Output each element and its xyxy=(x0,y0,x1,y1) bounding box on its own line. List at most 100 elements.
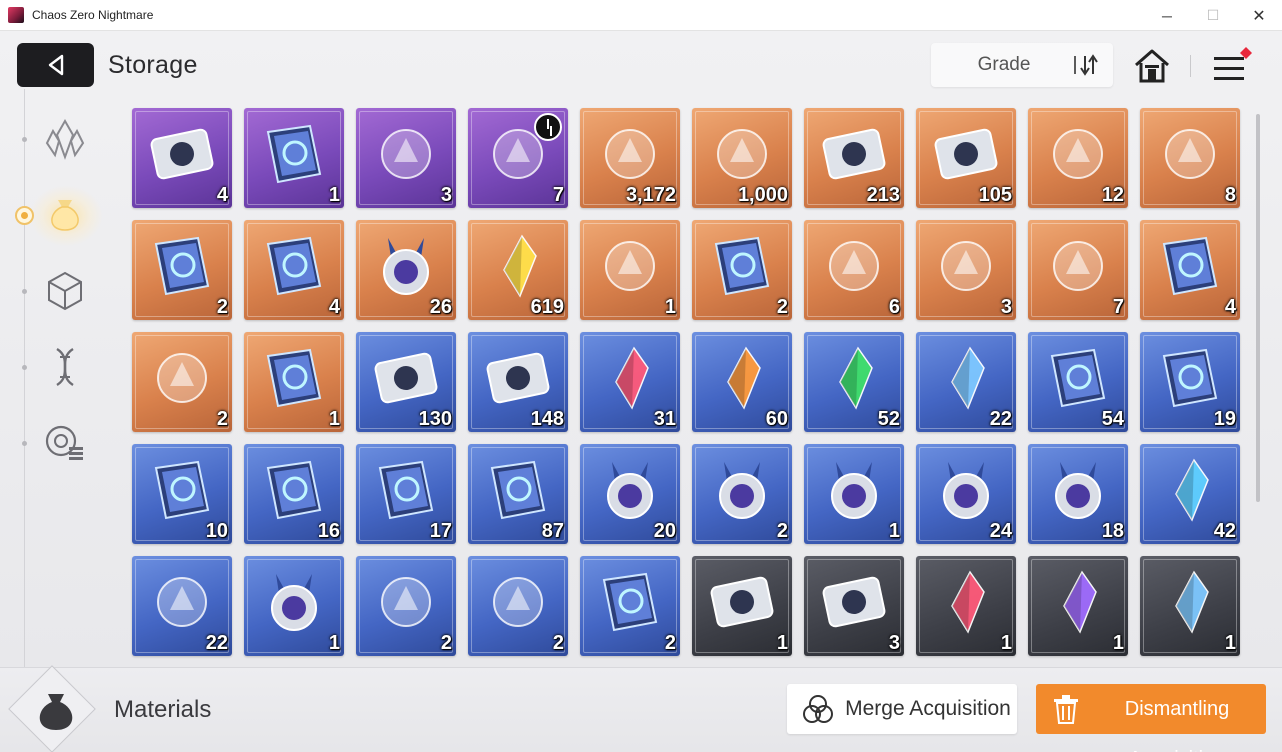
sidebar-item-materials[interactable] xyxy=(40,189,90,239)
item-quantity: 2 xyxy=(216,408,228,430)
bolt-badge-icon xyxy=(943,462,989,519)
inventory-slot[interactable]: 1 xyxy=(244,556,344,656)
inventory-slot[interactable]: 619 xyxy=(468,220,568,320)
glowing-shard-icon xyxy=(1175,458,1209,522)
item-quantity: 1 xyxy=(664,296,676,318)
inventory-slot[interactable]: 10 xyxy=(132,444,232,544)
item-quantity: 42 xyxy=(1213,520,1236,542)
inventory-slot[interactable]: 1 xyxy=(1140,556,1240,656)
inventory-slot[interactable]: 1 xyxy=(692,556,792,656)
item-quantity: 3 xyxy=(1000,296,1012,318)
inventory-slot[interactable]: 12 xyxy=(1028,108,1128,208)
item-grid: 4 1 3 7 3,172 1,000 213 105 12 8 2 4 26 … xyxy=(132,108,1242,658)
inventory-slot[interactable]: 1 xyxy=(580,220,680,320)
inventory-slot[interactable]: 3,172 xyxy=(580,108,680,208)
inventory-slot[interactable]: 60 xyxy=(692,332,792,432)
inventory-slot[interactable]: 54 xyxy=(1028,332,1128,432)
window-titlebar: Chaos Zero Nightmare ─ ☐ ✕ xyxy=(0,0,1282,31)
sort-icon xyxy=(1074,54,1098,76)
inventory-slot[interactable]: 4 xyxy=(132,108,232,208)
inventory-slot[interactable]: 1 xyxy=(804,444,904,544)
grid-scrollbar[interactable] xyxy=(1256,114,1260,502)
inventory-slot[interactable]: 2 xyxy=(356,556,456,656)
inventory-slot[interactable]: 1 xyxy=(916,556,1016,656)
opal-stone-icon xyxy=(157,353,207,403)
inventory-slot[interactable]: 22 xyxy=(132,556,232,656)
inventory-slot[interactable]: 4 xyxy=(244,220,344,320)
inventory-slot[interactable]: 2 xyxy=(132,332,232,432)
inventory-slot[interactable]: 8 xyxy=(1140,108,1240,208)
winged-book-icon xyxy=(266,124,322,184)
item-quantity: 12 xyxy=(1101,184,1124,206)
item-quantity: 19 xyxy=(1213,408,1236,430)
inventory-slot[interactable]: 3 xyxy=(916,220,1016,320)
menu-icon[interactable] xyxy=(1210,47,1256,87)
inventory-slot[interactable]: 7 xyxy=(1028,220,1128,320)
close-button[interactable]: ✕ xyxy=(1236,0,1282,31)
purple-crystal-icon xyxy=(1063,570,1097,634)
silver-badge-icon xyxy=(607,462,653,519)
inventory-slot[interactable]: 7 xyxy=(468,108,568,208)
item-quantity: 8 xyxy=(1224,184,1236,206)
inventory-slot[interactable]: 3 xyxy=(804,556,904,656)
inventory-slot[interactable]: 1 xyxy=(1028,556,1128,656)
inventory-slot[interactable]: 130 xyxy=(356,332,456,432)
emblem-manual-icon xyxy=(490,460,546,520)
rail-dot xyxy=(22,289,27,294)
inventory-slot[interactable]: 52 xyxy=(804,332,904,432)
inventory-slot[interactable]: 2 xyxy=(580,556,680,656)
item-quantity: 6 xyxy=(888,296,900,318)
inventory-slot[interactable]: 1,000 xyxy=(692,108,792,208)
item-quantity: 1 xyxy=(328,408,340,430)
sword-manual-icon xyxy=(1050,348,1106,408)
inventory-slot[interactable]: 4 xyxy=(1140,220,1240,320)
item-quantity: 2 xyxy=(776,296,788,318)
sidebar-item-boxes[interactable] xyxy=(40,266,90,316)
sidebar-item-genes[interactable] xyxy=(40,342,90,392)
inventory-slot[interactable]: 24 xyxy=(916,444,1016,544)
back-button[interactable] xyxy=(17,43,94,87)
winged-book-icon xyxy=(602,572,658,632)
inventory-slot[interactable]: 3 xyxy=(356,108,456,208)
star-ticket-icon xyxy=(486,352,550,404)
inventory-slot[interactable]: 2 xyxy=(468,556,568,656)
sidebar-item-chips[interactable] xyxy=(40,418,90,468)
inventory-slot[interactable]: 17 xyxy=(356,444,456,544)
inventory-slot[interactable]: 105 xyxy=(916,108,1016,208)
inventory-slot[interactable]: 87 xyxy=(468,444,568,544)
item-quantity: 31 xyxy=(653,408,676,430)
inventory-slot[interactable]: 26 xyxy=(356,220,456,320)
inventory-slot[interactable]: 6 xyxy=(804,220,904,320)
eye-badge-icon xyxy=(719,462,765,519)
inventory-slot[interactable]: 19 xyxy=(1140,332,1240,432)
inventory-slot[interactable]: 1 xyxy=(244,332,344,432)
inventory-slot[interactable]: 2 xyxy=(132,220,232,320)
item-quantity: 1 xyxy=(1112,632,1124,654)
inventory-slot[interactable]: 2 xyxy=(692,220,792,320)
item-quantity: 1 xyxy=(328,632,340,654)
merge-acquisition-button[interactable]: Merge Acquisition xyxy=(787,684,1017,734)
bird-manual-icon xyxy=(154,236,210,296)
item-quantity: 1 xyxy=(1224,632,1236,654)
maximize-button[interactable]: ☐ xyxy=(1190,0,1236,31)
portrait-ticket-icon xyxy=(710,576,774,628)
inventory-slot[interactable]: 148 xyxy=(468,332,568,432)
inventory-slot[interactable]: 22 xyxy=(916,332,1016,432)
dismantling-acquisition-button[interactable]: Dismantling Acquisition xyxy=(1036,684,1266,752)
inventory-slot[interactable]: 20 xyxy=(580,444,680,544)
minimize-button[interactable]: ─ xyxy=(1144,0,1190,31)
sidebar-item-crystals[interactable] xyxy=(40,114,90,164)
category-label: Materials xyxy=(114,696,212,723)
inventory-slot[interactable]: 16 xyxy=(244,444,344,544)
inventory-slot[interactable]: 1 xyxy=(244,108,344,208)
sort-grade-button[interactable]: Grade xyxy=(931,43,1113,87)
item-quantity: 10 xyxy=(205,520,228,542)
inventory-slot[interactable]: 18 xyxy=(1028,444,1128,544)
inventory-slot[interactable]: 213 xyxy=(804,108,904,208)
item-quantity: 1 xyxy=(776,632,788,654)
home-icon[interactable] xyxy=(1132,47,1172,85)
gold-ticket-icon xyxy=(822,128,886,180)
inventory-slot[interactable]: 42 xyxy=(1140,444,1240,544)
inventory-slot[interactable]: 2 xyxy=(692,444,792,544)
inventory-slot[interactable]: 31 xyxy=(580,332,680,432)
